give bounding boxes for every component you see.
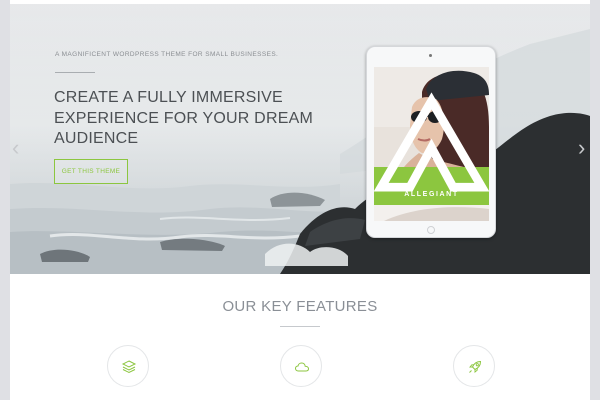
rocket-icon [469, 360, 482, 373]
cloud-icon [294, 362, 310, 372]
page-frame: ‹ › A MAGNIFICENT WORDPRESS THEME FOR SM… [10, 0, 590, 400]
brand-name: ALLEGIANT [404, 191, 459, 198]
features-section-title: OUR KEY FEATURES [222, 298, 378, 315]
hero-headline: CREATE A FULLY IMMERSIVE EXPERIENCE FOR … [54, 89, 313, 147]
feature-item-cloud[interactable] [280, 345, 322, 387]
slider-prev-arrow-icon[interactable]: ‹ [12, 136, 22, 160]
hero-slider: ‹ › A MAGNIFICENT WORDPRESS THEME FOR SM… [10, 4, 590, 274]
get-this-theme-button[interactable]: GET THIS THEME [54, 159, 128, 184]
tablet-camera [429, 54, 432, 57]
tablet-home-button [427, 226, 435, 234]
features-divider [280, 326, 320, 327]
hero-tagline: A MAGNIFICENT WORDPRESS THEME FOR SMALL … [55, 51, 279, 58]
feature-item-rocket[interactable] [453, 345, 495, 387]
slider-next-arrow-icon[interactable]: › [578, 136, 588, 160]
tablet-mockup: ALLEGIANT [366, 46, 496, 238]
tablet-screen: ALLEGIANT [374, 67, 489, 221]
feature-item-layers[interactable] [107, 345, 149, 387]
layers-icon [121, 360, 137, 374]
tagline-divider [55, 72, 95, 73]
